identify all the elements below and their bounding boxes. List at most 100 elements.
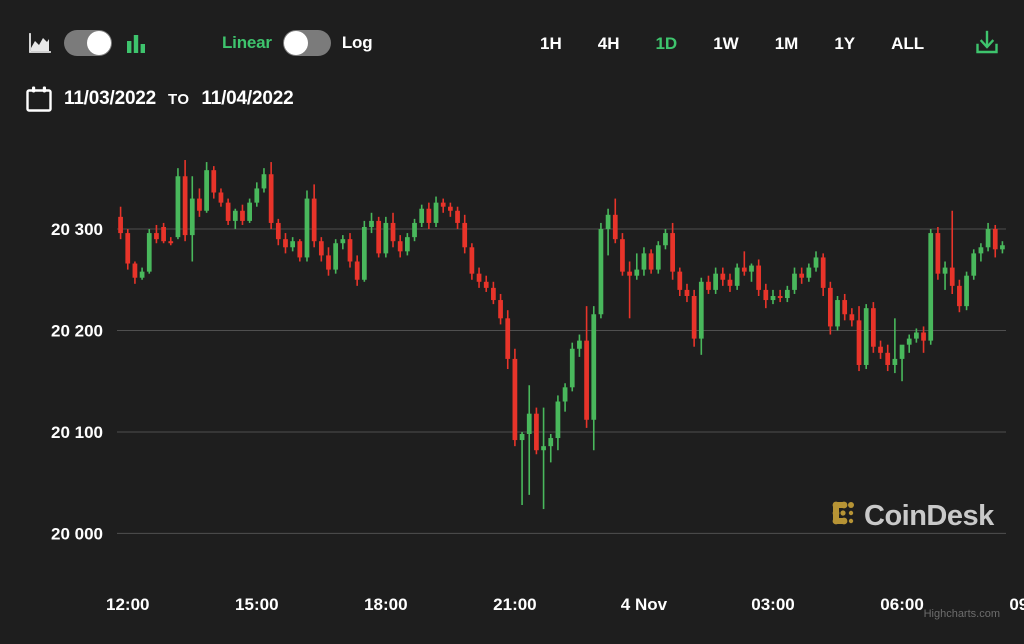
candle[interactable] xyxy=(462,214,468,254)
chart-type-switch[interactable] xyxy=(64,30,112,56)
candle[interactable] xyxy=(820,253,826,296)
candle[interactable] xyxy=(949,210,955,294)
candle[interactable] xyxy=(211,166,217,199)
range-button-1w[interactable]: 1W xyxy=(713,32,739,56)
candle[interactable] xyxy=(641,247,647,276)
candle[interactable] xyxy=(562,383,568,412)
candle[interactable] xyxy=(448,202,453,217)
candle[interactable] xyxy=(971,249,977,280)
candle[interactable] xyxy=(519,431,525,506)
candle[interactable] xyxy=(225,198,231,225)
candle[interactable] xyxy=(247,198,252,223)
candle[interactable] xyxy=(340,235,346,250)
candle[interactable] xyxy=(978,243,984,262)
candle[interactable] xyxy=(684,283,690,303)
date-range-row[interactable]: 11/03/2022 TO 11/04/2022 xyxy=(24,84,294,114)
candle[interactable] xyxy=(483,275,489,292)
candle[interactable] xyxy=(906,334,912,353)
candle[interactable] xyxy=(691,289,697,347)
range-button-1y[interactable]: 1Y xyxy=(834,32,855,56)
candle[interactable] xyxy=(161,222,166,244)
candle[interactable] xyxy=(476,267,482,288)
candle[interactable] xyxy=(849,308,855,327)
candle[interactable] xyxy=(505,310,511,370)
range-button-all[interactable]: ALL xyxy=(891,32,924,56)
candle[interactable] xyxy=(957,279,962,313)
candle[interactable] xyxy=(727,273,733,292)
candle[interactable] xyxy=(197,188,202,217)
candle[interactable] xyxy=(232,208,238,230)
candle[interactable] xyxy=(369,212,374,234)
candle[interactable] xyxy=(784,285,790,303)
candle[interactable] xyxy=(591,306,597,451)
candle[interactable] xyxy=(777,289,783,303)
candle[interactable] xyxy=(634,253,640,280)
candle[interactable] xyxy=(512,348,518,447)
candle[interactable] xyxy=(132,261,138,284)
scale-switch[interactable] xyxy=(282,30,331,56)
candle[interactable] xyxy=(326,247,331,276)
candle[interactable] xyxy=(297,239,303,262)
range-button-1h[interactable]: 1H xyxy=(540,32,562,56)
candle[interactable] xyxy=(261,168,267,193)
candle[interactable] xyxy=(455,206,460,230)
candle[interactable] xyxy=(698,277,704,355)
candle[interactable] xyxy=(935,226,941,280)
candle[interactable] xyxy=(182,160,188,242)
candle[interactable] xyxy=(899,344,905,382)
candle[interactable] xyxy=(827,281,833,335)
candle[interactable] xyxy=(627,261,632,319)
candle[interactable] xyxy=(390,212,396,248)
chart-canvas[interactable]: 20 000 20 100 20 200 20 300 12:00 15:00 18:00… xyxy=(0,140,1024,644)
candle[interactable] xyxy=(648,249,654,274)
candle[interactable] xyxy=(885,344,891,372)
range-button-4h[interactable]: 4H xyxy=(598,32,620,56)
candle[interactable] xyxy=(670,222,675,280)
candle[interactable] xyxy=(612,198,618,244)
candle[interactable] xyxy=(799,267,805,284)
candle[interactable] xyxy=(985,222,991,252)
candle[interactable] xyxy=(863,304,869,370)
candle[interactable] xyxy=(964,271,969,311)
candle[interactable] xyxy=(792,267,797,294)
candle[interactable] xyxy=(541,407,546,510)
candle[interactable] xyxy=(749,263,754,282)
candle[interactable] xyxy=(491,281,496,305)
candle[interactable] xyxy=(146,229,152,274)
candle[interactable] xyxy=(311,184,317,248)
linear-scale-label[interactable]: Linear xyxy=(222,30,272,56)
download-button[interactable] xyxy=(972,28,1002,58)
candle[interactable] xyxy=(498,293,503,325)
candle[interactable] xyxy=(333,239,339,274)
candle[interactable] xyxy=(318,237,324,262)
candle[interactable] xyxy=(713,267,719,294)
candle[interactable] xyxy=(204,162,209,213)
candle[interactable] xyxy=(469,243,475,280)
candle[interactable] xyxy=(842,293,848,321)
candle[interactable] xyxy=(397,235,403,258)
range-button-1d[interactable]: 1D xyxy=(655,32,677,56)
candle[interactable] xyxy=(756,259,762,296)
candle[interactable] xyxy=(433,196,439,227)
candle[interactable] xyxy=(412,218,417,242)
candle[interactable] xyxy=(240,204,245,225)
candle[interactable] xyxy=(139,267,145,280)
candle[interactable] xyxy=(118,206,123,240)
candle[interactable] xyxy=(154,224,159,244)
candle[interactable] xyxy=(534,407,539,455)
candle[interactable] xyxy=(871,302,876,353)
date-from[interactable]: 11/03/2022 xyxy=(64,88,156,110)
candle[interactable] xyxy=(584,306,589,428)
candle[interactable] xyxy=(304,190,310,262)
candle[interactable] xyxy=(1000,241,1005,254)
candle[interactable] xyxy=(720,267,726,286)
candle[interactable] xyxy=(770,289,776,305)
candle[interactable] xyxy=(992,224,998,258)
candle[interactable] xyxy=(892,318,898,374)
candle[interactable] xyxy=(706,275,711,294)
candle[interactable] xyxy=(835,295,840,331)
highcharts-credit[interactable]: Highcharts.com xyxy=(924,608,1000,620)
candle[interactable] xyxy=(734,263,740,290)
candle[interactable] xyxy=(168,237,174,246)
candle[interactable] xyxy=(526,385,532,495)
